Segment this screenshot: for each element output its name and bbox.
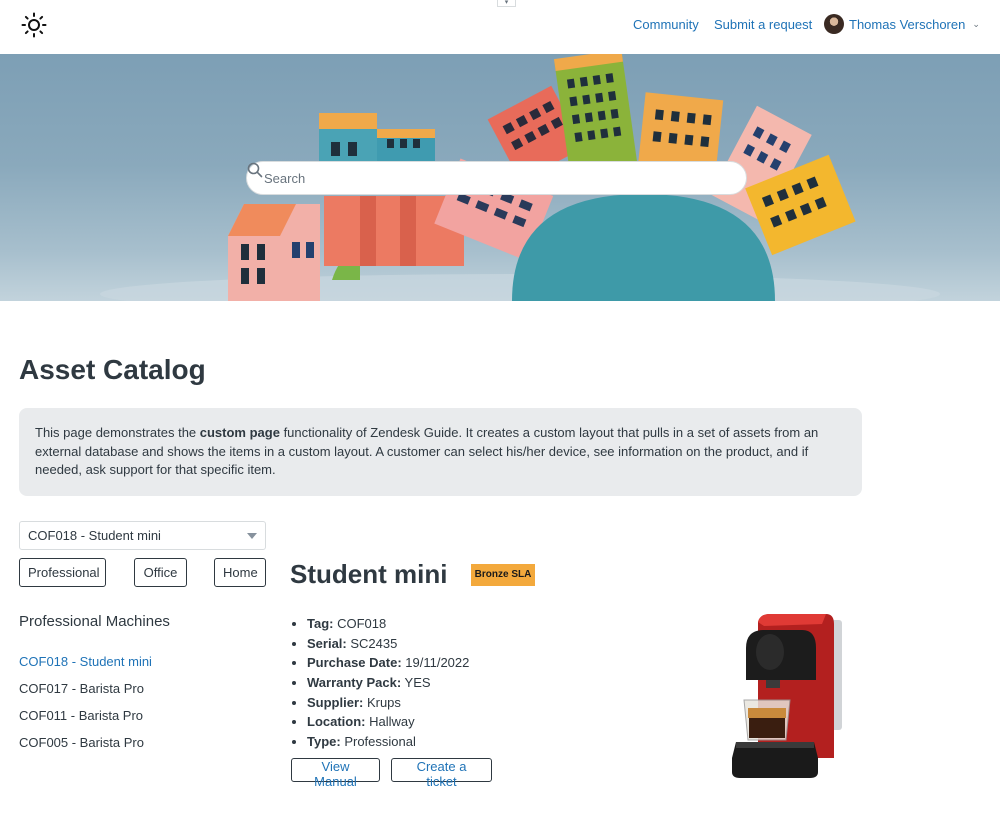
machine-list-item[interactable]: COF011 - Barista Pro xyxy=(19,708,152,735)
spec-value: COF018 xyxy=(333,616,387,631)
filter-professional-button[interactable]: Professional xyxy=(19,558,106,587)
sun-icon[interactable] xyxy=(21,12,47,38)
product-specs: Tag: COF018 Serial: SC2435 Purchase Date… xyxy=(307,615,469,753)
filter-office-button[interactable]: Office xyxy=(134,558,187,587)
spec-item: Purchase Date: 19/11/2022 xyxy=(307,654,469,674)
spec-label: Purchase Date: xyxy=(307,655,402,671)
filter-home-button[interactable]: Home xyxy=(214,558,266,587)
avatar xyxy=(824,14,844,34)
chevron-down-icon: ⌄ xyxy=(972,18,980,29)
search-input[interactable] xyxy=(264,170,704,186)
create-ticket-button[interactable]: Create a ticket xyxy=(391,758,492,789)
spec-label: Location: xyxy=(307,714,366,730)
asset-select-value: COF018 - Student mini xyxy=(28,528,161,543)
spec-label: Serial: xyxy=(307,635,347,651)
intro-callout: This page demonstrates the custom page f… xyxy=(19,408,862,496)
spec-value: YES xyxy=(401,675,431,691)
spec-label: Warranty Pack: xyxy=(307,675,402,691)
search-bar[interactable] xyxy=(246,161,747,195)
spec-item: Warranty Pack: YES xyxy=(307,674,469,694)
collapse-tab[interactable]: ▾ xyxy=(497,0,516,7)
nav-community-link[interactable]: Community xyxy=(633,17,699,32)
spec-value: 19/11/2022 xyxy=(401,655,470,671)
page-title: Asset Catalog xyxy=(19,354,206,385)
sla-badge: Bronze SLA xyxy=(471,564,535,586)
spec-item: Type: Professional xyxy=(307,733,469,753)
intro-text-prefix: This page demonstrates the xyxy=(35,425,200,440)
user-name: Thomas Verschoren xyxy=(849,16,966,32)
caret-down-icon xyxy=(247,533,257,539)
spec-item: Serial: SC2435 xyxy=(307,635,469,655)
machine-list-item[interactable]: COF018 - Student mini xyxy=(19,654,152,681)
spec-label: Tag: xyxy=(307,616,334,631)
spec-label: Type: xyxy=(307,734,341,750)
product-title: Student mini xyxy=(290,559,448,589)
spec-item: Supplier: Krups xyxy=(307,694,469,714)
search-icon xyxy=(247,162,263,178)
hero-banner xyxy=(0,54,1000,301)
user-menu[interactable]: Thomas Verschoren ⌄ xyxy=(824,14,980,34)
spec-item: Location: Hallway xyxy=(307,713,469,733)
spec-label: Supplier: xyxy=(307,694,364,710)
spec-value: SC2435 xyxy=(346,635,398,651)
site-header: ▾ Community Submit a request Thomas Vers… xyxy=(0,0,1000,54)
intro-text-bold: custom page xyxy=(199,425,280,440)
spec-item: Tag: COF018 xyxy=(307,615,469,635)
machine-list-heading: Professional Machines xyxy=(19,613,170,630)
asset-select[interactable]: COF018 - Student mini xyxy=(19,521,266,550)
spec-value: Professional xyxy=(340,734,416,750)
coffee-machine-image xyxy=(732,614,842,778)
machine-list: COF018 - Student mini COF017 - Barista P… xyxy=(19,654,152,762)
spec-value: Krups xyxy=(363,694,401,710)
machine-list-item[interactable]: COF017 - Barista Pro xyxy=(19,681,152,708)
spec-value: Hallway xyxy=(365,714,415,730)
view-manual-button[interactable]: View Manual xyxy=(291,758,380,789)
nav-submit-request-link[interactable]: Submit a request xyxy=(714,17,812,32)
machine-list-item[interactable]: COF005 - Barista Pro xyxy=(19,735,152,762)
